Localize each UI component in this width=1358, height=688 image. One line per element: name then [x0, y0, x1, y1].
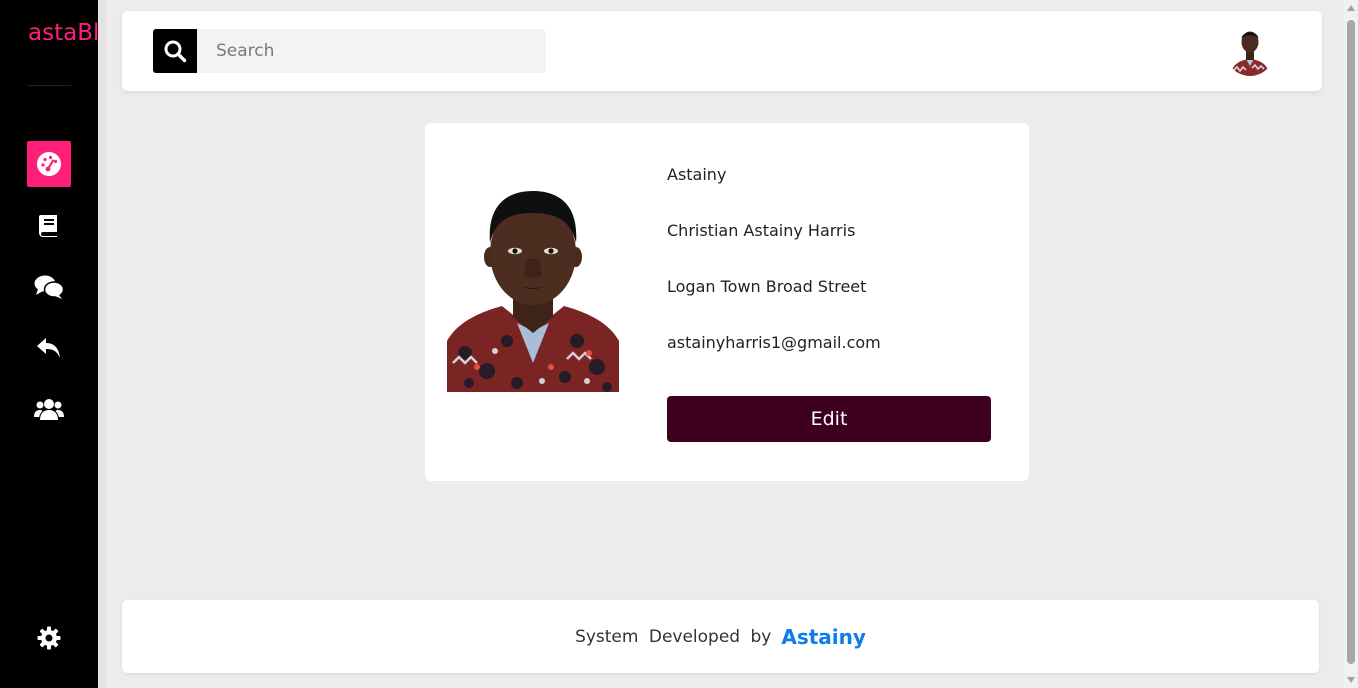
search-icon: [164, 40, 187, 63]
sidebar-divider: [27, 85, 71, 86]
scroll-up-icon[interactable]: [1347, 5, 1355, 11]
profile-photo: [447, 191, 619, 392]
sidebar-item-dashboard[interactable]: [27, 141, 71, 187]
sidebar-item-reply[interactable]: [27, 325, 71, 371]
sidebar-item-users[interactable]: [27, 386, 71, 432]
search-button[interactable]: [153, 29, 197, 73]
sidebar-header: astaBl: [0, 0, 98, 70]
page-scrollbar[interactable]: [1344, 0, 1358, 688]
footer-text: System Developed by: [575, 626, 772, 647]
edit-profile-button[interactable]: Edit: [667, 396, 991, 442]
dashboard-icon: [37, 152, 61, 176]
footer: System Developed by Astainy: [122, 600, 1319, 673]
book-icon: [39, 215, 57, 237]
scroll-down-icon[interactable]: [1347, 677, 1355, 683]
avatar[interactable]: [1226, 24, 1274, 76]
footer-author-link[interactable]: Astainy: [781, 625, 866, 649]
sidebar: astaBl: [0, 0, 98, 688]
search-input[interactable]: [197, 29, 546, 73]
gear-icon: [37, 626, 61, 650]
profile-username: Astainy: [667, 165, 727, 184]
reply-icon: [37, 338, 60, 358]
user-avatar-image: [1226, 28, 1274, 76]
users-icon: [34, 399, 64, 420]
sidebar-item-comments[interactable]: [27, 264, 71, 310]
top-bar: [122, 11, 1322, 91]
profile-card: Astainy Christian Astainy Harris Logan T…: [425, 123, 1029, 481]
profile-address: Logan Town Broad Street: [667, 277, 867, 296]
scrollbar-thumb[interactable]: [1347, 20, 1355, 664]
profile-full-name: Christian Astainy Harris: [667, 221, 856, 240]
sidebar-item-posts[interactable]: [27, 203, 71, 249]
brand-logo[interactable]: astaBl: [28, 20, 98, 46]
comments-icon: [34, 275, 64, 299]
main-gutter: [98, 0, 106, 688]
profile-email: astainyharris1@gmail.com: [667, 333, 881, 352]
sidebar-item-settings[interactable]: [27, 615, 71, 661]
